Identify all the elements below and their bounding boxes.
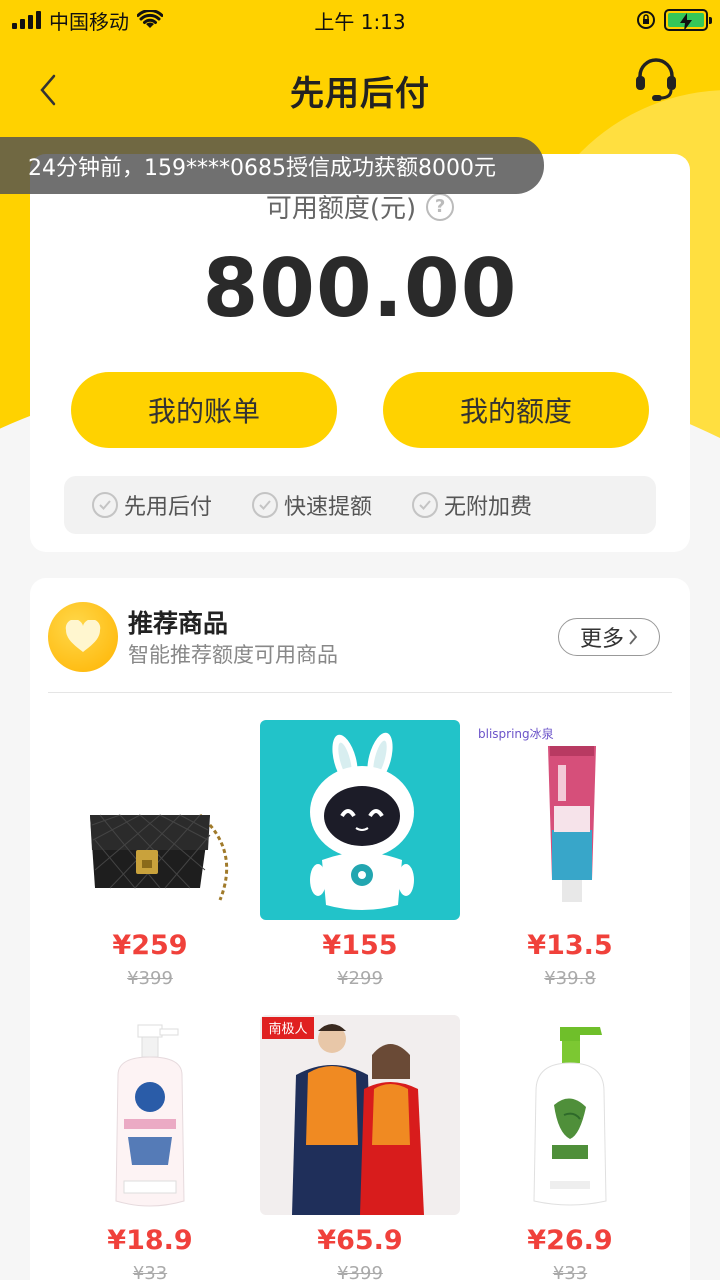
product-card[interactable]: blispring冰泉 ¥13.5 ¥39.8 (470, 720, 670, 990)
product-price: ¥13.5 (527, 930, 613, 961)
product-card[interactable]: 南极人 ¥65.9 ¥399 (260, 1015, 460, 1280)
status-bar: 中国移动 上午 1:13 (0, 0, 720, 40)
product-card[interactable]: ¥18.9 ¥33 (50, 1015, 250, 1280)
check-circle-icon (252, 492, 279, 518)
product-original-price: ¥39.8 (544, 968, 596, 989)
product-price: ¥65.9 (317, 1225, 403, 1256)
feature-item: 快速提额 (252, 489, 372, 521)
feature-item: 无附加费 (412, 489, 532, 521)
detergent-bottle-icon (50, 1015, 250, 1215)
thermal-wear-brand: 南极人 (268, 1021, 307, 1037)
feature-list: 先用后付 快速提额 无附加费 (64, 476, 656, 534)
rotation-lock-icon (637, 11, 655, 29)
recommend-section: 推荐商品 智能推荐额度可用商品 更多 ¥259 ¥399 ¥155 ¥299 b… (30, 578, 690, 1280)
page-title: 先用后付 (290, 73, 430, 114)
check-circle-icon (92, 492, 118, 518)
carrier-label: 中国移动 (49, 9, 129, 34)
help-icon[interactable]: ? (426, 192, 455, 221)
feature-label: 先用后付 (124, 495, 213, 520)
heart-icon (48, 602, 118, 672)
feature-label: 无附加费 (444, 495, 533, 520)
product-original-price: ¥399 (127, 968, 173, 989)
my-bill-button[interactable]: 我的账单 (71, 372, 337, 448)
product-card[interactable]: ¥26.9 ¥33 (470, 1015, 670, 1280)
wifi-icon (137, 10, 163, 28)
back-button[interactable] (30, 72, 66, 108)
product-card[interactable]: ¥259 ¥399 (50, 720, 250, 990)
product-original-price: ¥299 (337, 968, 383, 989)
product-price: ¥18.9 (107, 1225, 193, 1256)
nav-bar: 先用后付 (0, 48, 720, 132)
credit-amount: 800.00 (202, 242, 518, 335)
product-original-price: ¥33 (552, 1263, 588, 1280)
divider (48, 692, 672, 693)
toothpaste-brand: blispring冰泉 (478, 727, 554, 741)
feature-label: 快速提额 (284, 495, 373, 520)
product-price: ¥26.9 (527, 1225, 613, 1256)
product-card[interactable]: ¥155 ¥299 (260, 720, 460, 990)
handbag-icon (50, 720, 250, 920)
notification-toast: 24分钟前，159****0685授信成功获额8000元 (0, 137, 544, 194)
chevron-left-icon (40, 74, 56, 106)
recommend-title: 推荐商品 (128, 609, 229, 638)
check-circle-icon (412, 492, 439, 518)
thermal-wear-icon: 南极人 (260, 1015, 460, 1215)
more-label: 更多 (579, 627, 624, 652)
feature-item: 先用后付 (92, 489, 212, 521)
shower-gel-icon (470, 1015, 670, 1215)
customer-service-icon[interactable] (630, 54, 682, 106)
product-price: ¥259 (112, 930, 188, 961)
battery-icon (664, 9, 712, 31)
chevron-right-icon (629, 629, 638, 645)
credit-card: 可用额度(元) ? 800.00 我的账单 我的额度 先用后付 快速提额 无附加… (30, 154, 690, 552)
recommend-header: 推荐商品 智能推荐额度可用商品 更多 (30, 578, 690, 692)
product-price: ¥155 (322, 930, 398, 961)
recommend-subtitle: 智能推荐额度可用商品 (128, 643, 338, 667)
signal-icon (12, 11, 41, 29)
robot-toy-icon (260, 720, 460, 920)
product-original-price: ¥33 (132, 1263, 168, 1280)
product-original-price: ¥399 (337, 1263, 383, 1280)
more-button[interactable]: 更多 (558, 618, 660, 656)
toothpaste-icon: blispring冰泉 (470, 720, 670, 920)
my-quota-button[interactable]: 我的额度 (383, 372, 649, 448)
